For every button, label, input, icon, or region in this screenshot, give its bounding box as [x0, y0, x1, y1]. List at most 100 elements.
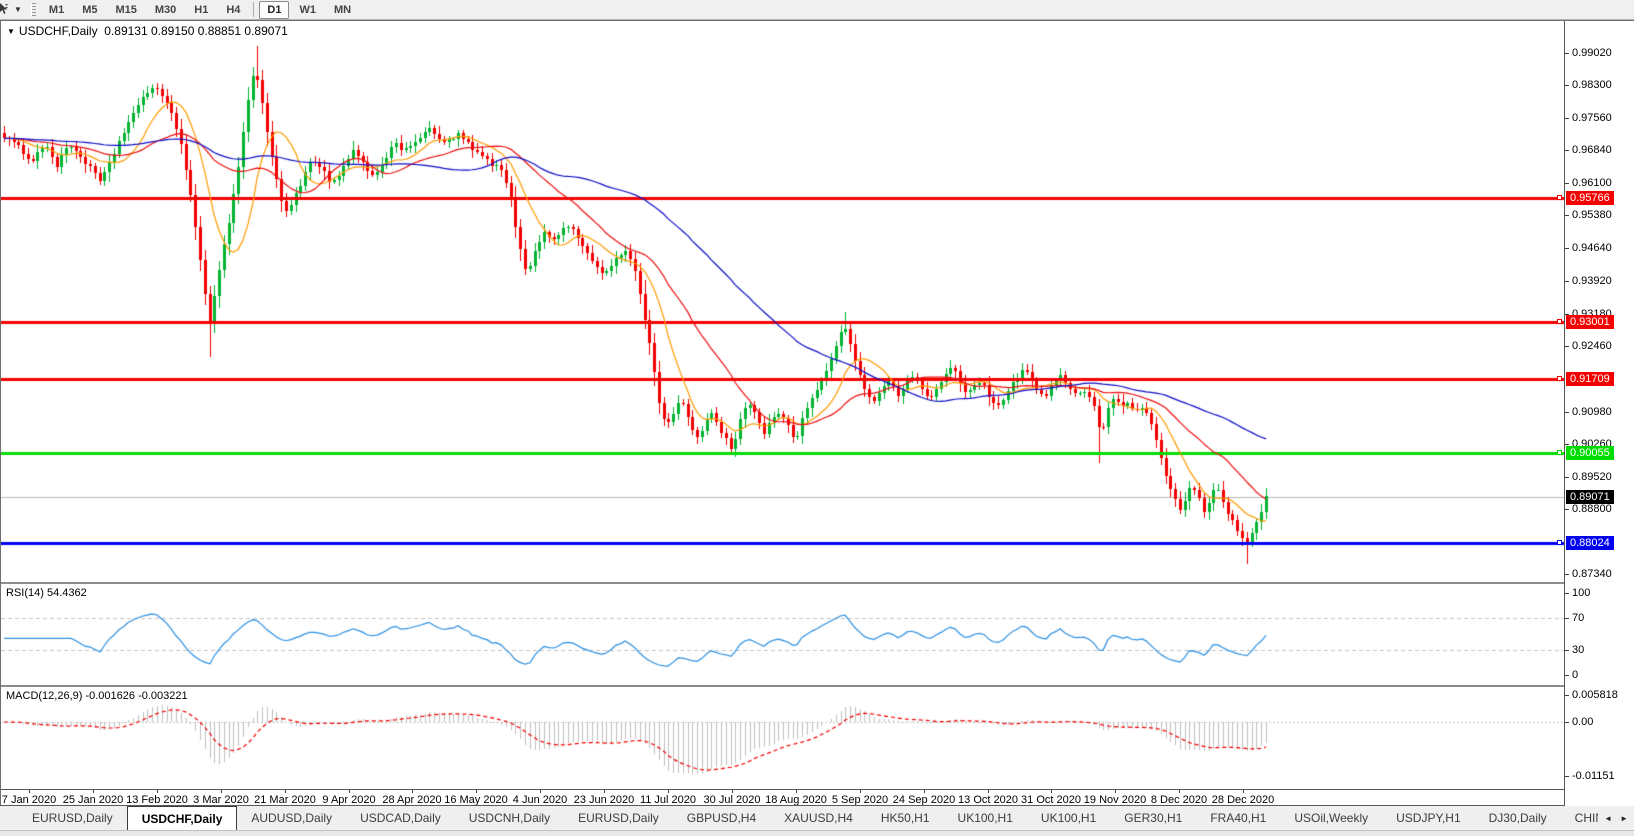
- chart-tab-usdchf-daily[interactable]: USDCHF,Daily: [126, 806, 238, 830]
- price-line-label: 0.89071: [1566, 490, 1614, 504]
- chart-tab-audusd-daily[interactable]: AUDUSD,Daily: [237, 806, 346, 830]
- axis-tick-mark: [1565, 695, 1569, 696]
- rsi-axis-label: 30: [1572, 644, 1585, 656]
- price-tick-label: 0.87340: [1572, 568, 1612, 580]
- timeframe-button-h1[interactable]: H1: [186, 1, 216, 19]
- chart-tab-eurusd-daily[interactable]: EURUSD,Daily: [18, 806, 127, 830]
- rsi-indicator-label: RSI(14) 54.4362: [6, 587, 87, 599]
- hline-anchor-marker[interactable]: [1557, 450, 1562, 455]
- price-tick-label: 0.97560: [1572, 112, 1612, 124]
- axis-tick-mark: [476, 790, 477, 793]
- macd-axis-label: 0.005818: [1572, 689, 1618, 701]
- dropdown-caret-icon[interactable]: ▼: [12, 5, 27, 14]
- timeframe-button-w1[interactable]: W1: [291, 1, 324, 19]
- timeframe-button-mn[interactable]: MN: [326, 1, 359, 19]
- price-tick-label: 0.95380: [1572, 209, 1612, 221]
- chart-tab-usdjpy-h1[interactable]: USDJPY,H1: [1382, 806, 1474, 830]
- chart-tab-uk100-h1[interactable]: UK100,H1: [1027, 806, 1110, 830]
- axis-tick-mark: [1051, 790, 1052, 793]
- chart-window: ▼ USDCHF,Daily 0.89131 0.89150 0.88851 0.…: [0, 20, 1634, 806]
- rsi-axis-label: 0: [1572, 669, 1579, 681]
- timeframe-button-m15[interactable]: M15: [107, 1, 144, 19]
- price-tick-label: 0.96100: [1572, 177, 1612, 189]
- chart-tab-bar: EURUSD,Daily USDCHF,Daily AUDUSD,Daily USDC…: [0, 805, 1634, 830]
- axis-tick-mark: [1565, 346, 1569, 347]
- timeframe-button-m30[interactable]: M30: [147, 1, 184, 19]
- rsi-axis-label: 70: [1572, 612, 1585, 624]
- chart-tab-eurusd-daily[interactable]: EURUSD,Daily: [564, 806, 673, 830]
- hline-anchor-marker[interactable]: [1557, 195, 1562, 200]
- hline-anchor-marker[interactable]: [1557, 540, 1562, 545]
- axis-tick-mark: [1565, 776, 1569, 777]
- hline-anchor-marker[interactable]: [1557, 376, 1562, 381]
- macd-axis-label: -0.01151: [1572, 770, 1615, 782]
- axis-tick-mark: [1565, 215, 1569, 216]
- chart-tab-gbpusd-h4[interactable]: GBPUSD,H4: [673, 806, 770, 830]
- price-tick-label: 0.93920: [1572, 275, 1612, 287]
- macd-indicator-label: MACD(12,26,9) -0.001626 -0.003221: [6, 690, 188, 702]
- axis-tick-mark: [1565, 650, 1569, 651]
- axis-tick-mark: [1179, 790, 1180, 793]
- axis-tick-mark: [988, 790, 989, 793]
- tab-scroll-left-icon[interactable]: ◄: [1604, 814, 1612, 823]
- collapse-icon[interactable]: ▼: [7, 27, 15, 36]
- price-axis[interactable]: 0.99020 0.98300 0.97560 0.96840 0.96100 0.953…: [1557, 21, 1634, 806]
- status-strip: [0, 830, 1634, 836]
- macd-axis-label: 0.00: [1572, 716, 1594, 728]
- axis-tick-mark: [796, 790, 797, 793]
- chart-tab-uk100-h1[interactable]: UK100,H1: [944, 806, 1027, 830]
- chart-title: ▼ USDCHF,Daily 0.89131 0.89150 0.88851 0.…: [7, 24, 288, 38]
- price-tick-label: 0.94640: [1572, 242, 1612, 254]
- chart-tab-china300-h1[interactable]: CHINA300,H1: [1561, 806, 1599, 830]
- price-tick-label: 0.99020: [1572, 47, 1612, 59]
- timeframe-button-m1[interactable]: M1: [41, 1, 72, 19]
- price-tick-label: 0.96840: [1572, 144, 1612, 156]
- date-axis[interactable]: 7 Jan 2020 25 Jan 2020 13 Feb 2020 3 Mar 20…: [1, 790, 1564, 806]
- axis-tick-mark: [1565, 593, 1569, 594]
- chart-symbol-label: USDCHF,Daily: [18, 24, 98, 38]
- axis-tick-mark: [1565, 85, 1569, 86]
- axis-tick-mark: [1115, 790, 1116, 793]
- timeframe-button-h4[interactable]: H4: [218, 1, 248, 19]
- axis-tick-mark: [1565, 281, 1569, 282]
- timeframe-button-m5[interactable]: M5: [74, 1, 105, 19]
- axis-tick-mark: [93, 790, 94, 793]
- macd-panel-canvas[interactable]: [1, 687, 1564, 789]
- axis-tick-mark: [732, 790, 733, 793]
- chart-tab-hk50-h1[interactable]: HK50,H1: [867, 806, 944, 830]
- price-line-label: 0.91709: [1566, 372, 1614, 386]
- chart-tab-dj30-daily[interactable]: DJ30,Daily: [1475, 806, 1561, 830]
- axis-tick-mark: [1565, 477, 1569, 478]
- axis-tick-mark: [1565, 444, 1569, 445]
- main-chart-canvas[interactable]: [1, 21, 1564, 582]
- axis-tick-mark: [1565, 675, 1569, 676]
- axis-tick-mark: [157, 790, 158, 793]
- axis-tick-mark: [29, 790, 30, 793]
- axis-tick-mark: [1565, 183, 1569, 184]
- axis-tick-mark: [1565, 722, 1569, 723]
- axis-tick-mark: [1565, 118, 1569, 119]
- hline-anchor-marker[interactable]: [1557, 319, 1562, 324]
- chart-tab-usdcnh-daily[interactable]: USDCNH,Daily: [455, 806, 564, 830]
- axis-tick-mark: [1565, 150, 1569, 151]
- axis-tick-mark: [349, 790, 350, 793]
- top-toolbar: ▼ M1 M5 M15 M30 H1 H4 D1 W1 MN: [0, 0, 1634, 20]
- chart-tab-usdcad-daily[interactable]: USDCAD,Daily: [346, 806, 455, 830]
- tab-scroll-right-icon[interactable]: ►: [1620, 814, 1628, 823]
- price-line-label: 0.88024: [1566, 536, 1614, 550]
- axis-tick-mark: [1565, 574, 1569, 575]
- toolbar-separator: [253, 2, 255, 17]
- rsi-panel-canvas[interactable]: [1, 584, 1564, 685]
- price-line-label: 0.90055: [1566, 446, 1614, 460]
- axis-tick-mark: [1565, 618, 1569, 619]
- chart-tab-ger30-h1[interactable]: GER30,H1: [1110, 806, 1196, 830]
- price-line-label: 0.95766: [1566, 191, 1614, 205]
- axis-tick-mark: [285, 790, 286, 793]
- timeframe-button-d1[interactable]: D1: [259, 0, 290, 19]
- chart-tab-fra40-h1[interactable]: FRA40,H1: [1196, 806, 1280, 830]
- chart-tab-usoil-weekly[interactable]: USOil,Weekly: [1280, 806, 1382, 830]
- price-tick-label: 0.89520: [1572, 471, 1612, 483]
- cursor-icon[interactable]: [0, 2, 12, 18]
- chart-tab-xauusd-h4[interactable]: XAUUSD,H4: [770, 806, 867, 830]
- timeframe-button-group: M1 M5 M15 M30 H1 H4 D1 W1 MN: [40, 0, 360, 19]
